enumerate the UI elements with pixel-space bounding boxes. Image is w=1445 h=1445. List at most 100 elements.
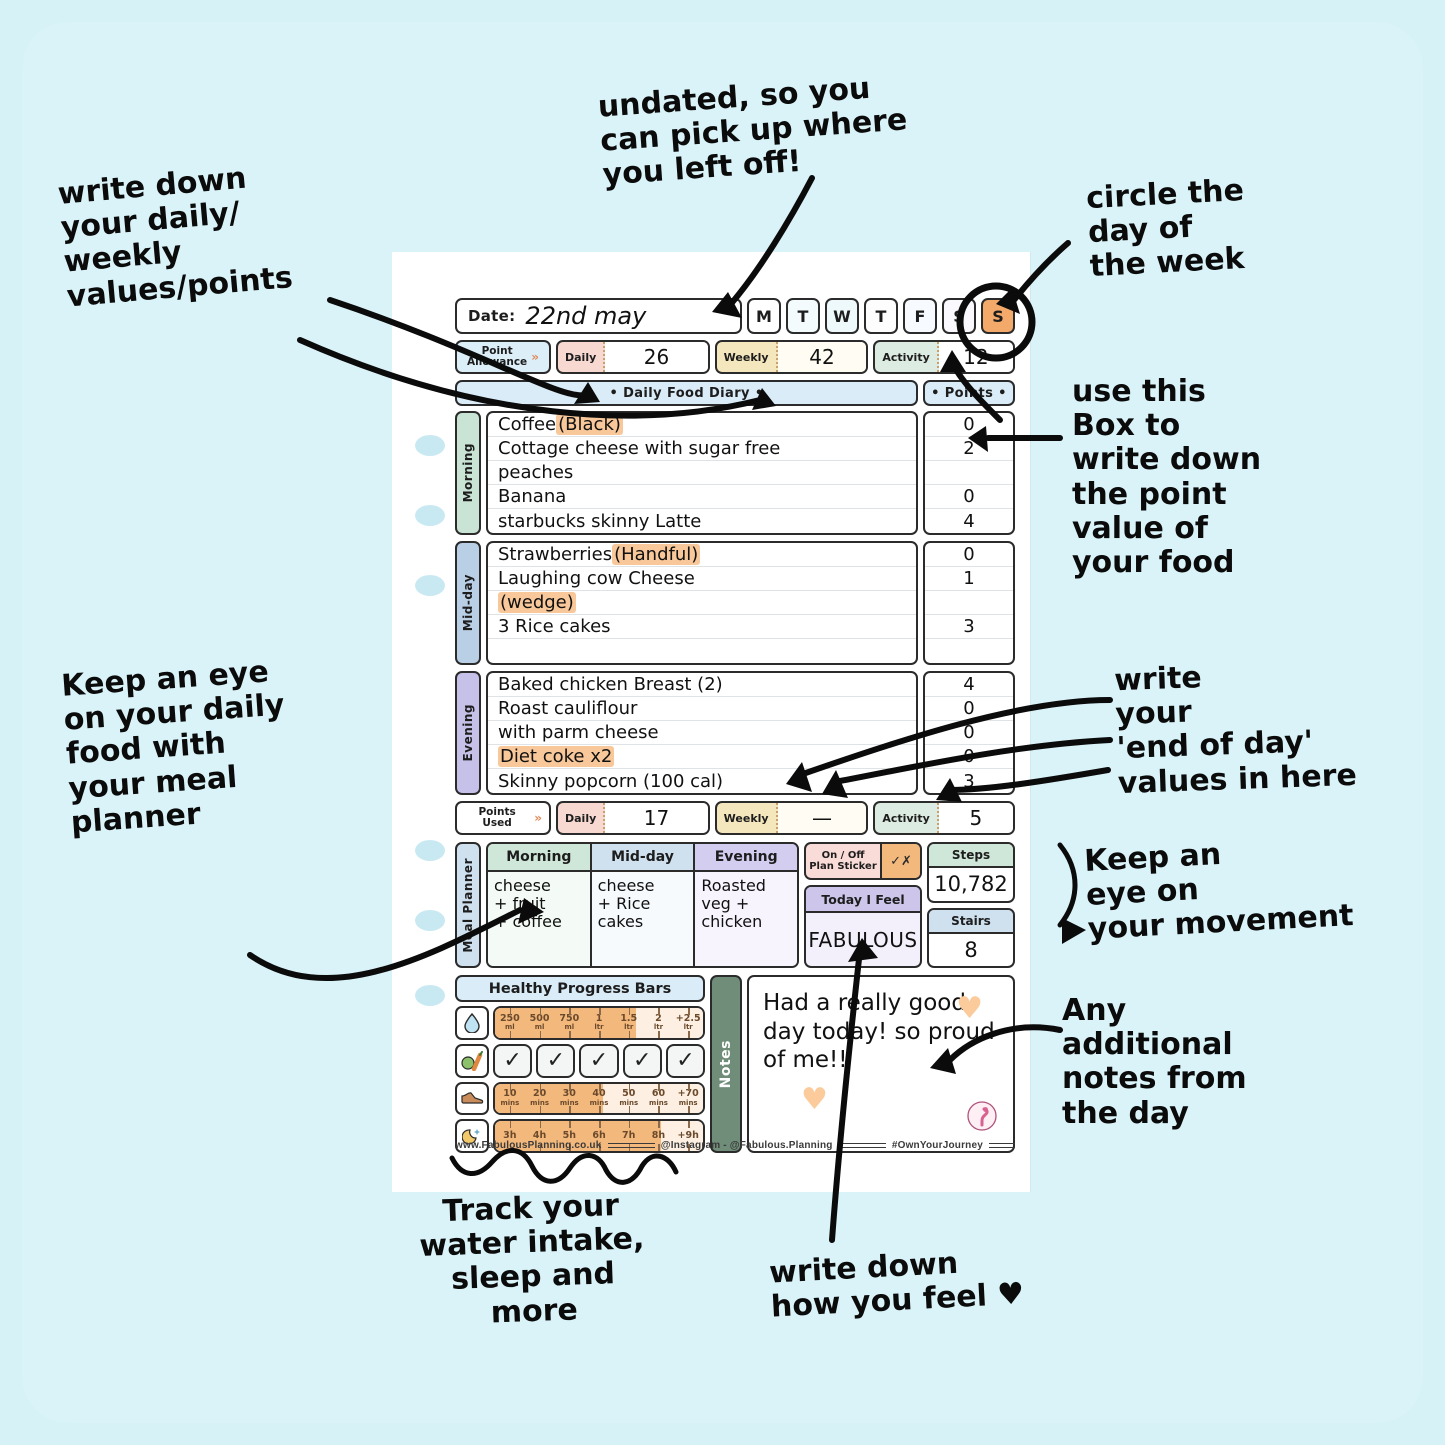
day-button-fri[interactable]: F: [903, 298, 937, 334]
day-button-wed[interactable]: W: [825, 298, 859, 334]
points-cell[interactable]: [925, 591, 1013, 615]
points-cell[interactable]: 0: [925, 745, 1013, 769]
fruit-veg-checkbox[interactable]: ✓: [665, 1043, 706, 1078]
food-highlight: (Black): [556, 414, 623, 435]
food-line[interactable]: Diet coke x2: [488, 745, 916, 769]
midday-points[interactable]: 0 1 3: [923, 541, 1015, 665]
water-drop-icon: [455, 1006, 489, 1040]
date-label: Date:: [468, 307, 516, 325]
food-line[interactable]: with parm cheese: [488, 721, 916, 745]
annotation-circle-day: circle the day of the week: [1085, 172, 1246, 285]
meal-planner-body-midday[interactable]: cheese + Rice cakes: [591, 872, 694, 966]
point-allowance-row: Point Allowance » Daily 26 Weekly 42 Act…: [455, 340, 1015, 374]
points-cell[interactable]: [925, 461, 1013, 485]
allowance-weekly[interactable]: Weekly 42: [714, 340, 869, 374]
annotation-write-end-of-day: write your 'end of day' values in here: [1113, 660, 1358, 801]
exercise-progress-bar[interactable]: 10 mins 20 mins 30 mins 40 mins 50 mins 60 mins +70 m…: [493, 1081, 705, 1116]
food-line[interactable]: 3 Rice cakes: [488, 615, 916, 639]
points-used-label: Points Used »: [455, 801, 551, 835]
allowance-activity-label: Activity: [875, 342, 939, 372]
food-text: with parm cheese: [498, 722, 659, 743]
flamingo-logo-icon: [967, 1101, 997, 1135]
morning-points[interactable]: 0 2 0 4: [923, 411, 1015, 535]
steps-metric[interactable]: Steps 10,782: [927, 842, 1015, 903]
day-button-sun-selected[interactable]: S: [981, 298, 1015, 334]
binder-hole: [415, 840, 445, 861]
food-line[interactable]: starbucks skinny Latte: [488, 509, 916, 533]
points-cell[interactable]: 0: [925, 413, 1013, 437]
annotation-write-values: write down your daily/ weekly values/poi…: [56, 160, 295, 315]
food-line[interactable]: (wedge): [488, 591, 916, 615]
progress-tick: 60 mins: [644, 1083, 674, 1114]
evening-points[interactable]: 4 0 0 0 3: [923, 671, 1015, 795]
day-button-tue[interactable]: T: [786, 298, 820, 334]
food-line[interactable]: Banana: [488, 485, 916, 509]
meal-planner-column-morning: Morning cheese + fruit + coffee: [488, 844, 592, 966]
fruit-veg-checkbox[interactable]: ✓: [493, 1043, 533, 1078]
food-text: peaches: [498, 462, 574, 483]
morning-food-lines[interactable]: Coffee (Black) Cottage cheese with sugar…: [486, 411, 918, 535]
points-cell[interactable]: [925, 639, 1013, 663]
allowance-activity-value: 12: [938, 342, 1013, 372]
used-daily[interactable]: Daily 17: [556, 801, 710, 835]
points-cell[interactable]: 3: [925, 615, 1013, 639]
healthy-progress-bars: Healthy Progress Bars 250 ml 500 ml 750 ml 1 lt…: [455, 975, 706, 1153]
day-button-mon[interactable]: M: [747, 298, 781, 334]
evening-food-lines[interactable]: Baked chicken Breast (2) Roast cauliflou…: [486, 671, 918, 795]
fruit-veg-checkbox[interactable]: ✓: [579, 1043, 619, 1078]
allowance-activity[interactable]: Activity 12: [873, 340, 1015, 374]
food-line[interactable]: Coffee (Black): [488, 413, 916, 437]
on-off-plan-sticker[interactable]: On / Off Plan Sticker ✓✗: [804, 842, 922, 880]
progress-tick: 50 mins: [614, 1083, 644, 1114]
today-i-feel-label: Today I Feel: [806, 887, 920, 913]
progress-tick: 2 ltr: [644, 1008, 674, 1038]
binder-hole: [415, 910, 445, 931]
today-i-feel-box[interactable]: Today I Feel FABULOUS: [804, 885, 922, 968]
points-cell[interactable]: 0: [925, 485, 1013, 509]
midday-food-lines[interactable]: Strawberries (Handful) Laughing cow Chee…: [486, 541, 918, 665]
points-cell[interactable]: 4: [925, 509, 1013, 533]
food-line[interactable]: Strawberries (Handful): [488, 543, 916, 567]
food-line[interactable]: Roast cauliflour: [488, 697, 916, 721]
date-field[interactable]: Date: 22nd may: [455, 298, 742, 334]
points-cell[interactable]: 3: [925, 769, 1013, 793]
used-weekly-value: —: [777, 803, 867, 833]
meal-planner-body-morning[interactable]: cheese + fruit + coffee: [488, 872, 590, 966]
day-button-thu[interactable]: T: [864, 298, 898, 334]
date-value: 22nd may: [525, 302, 647, 330]
meal-planner-tab: Meal Planner: [455, 842, 481, 968]
points-cell[interactable]: 0: [925, 721, 1013, 745]
fruit-veg-checkboxes[interactable]: ✓ ✓ ✓ ✓ ✓: [493, 1043, 706, 1078]
points-cell[interactable]: 1: [925, 567, 1013, 591]
food-line[interactable]: Skinny popcorn (100 cal): [488, 769, 916, 793]
points-cell[interactable]: 0: [925, 697, 1013, 721]
food-line[interactable]: Cottage cheese with sugar free: [488, 437, 916, 461]
planner-footer: www.FabulousPlanning.co.uk @Instagram - …: [455, 1136, 1016, 1154]
used-weekly[interactable]: Weekly —: [714, 801, 869, 835]
meal-planner-body-evening[interactable]: Roasted veg + chicken: [695, 872, 797, 966]
water-progress-bar[interactable]: 250 ml 500 ml 750 ml 1 ltr 1.5 ltr 2 ltr +2.5 ltr: [493, 1006, 705, 1040]
used-weekly-label: Weekly: [717, 803, 778, 833]
used-activity[interactable]: Activity 5: [873, 801, 1015, 835]
meal-planner-header-morning: Morning: [488, 844, 590, 872]
food-line[interactable]: Laughing cow Cheese: [488, 567, 916, 591]
meal-tab-evening-label: Evening: [461, 704, 475, 762]
fruitveg-row: ✓ ✓ ✓ ✓ ✓: [455, 1043, 706, 1078]
points-cell[interactable]: 0: [925, 543, 1013, 567]
points-column-title: • Points •: [923, 380, 1015, 406]
fruit-veg-checkbox[interactable]: ✓: [622, 1043, 662, 1078]
fruit-veg-checkbox[interactable]: ✓: [536, 1043, 576, 1078]
day-button-sat[interactable]: S: [942, 298, 976, 334]
food-line[interactable]: peaches: [488, 461, 916, 485]
notes-box[interactable]: Had a really good day today! so proud of…: [747, 975, 1015, 1153]
steps-label: Steps: [929, 844, 1013, 868]
points-cell[interactable]: 4: [925, 673, 1013, 697]
used-daily-value: 17: [605, 803, 708, 833]
points-cell[interactable]: 2: [925, 437, 1013, 461]
binder-hole: [415, 575, 445, 596]
allowance-daily[interactable]: Daily 26: [556, 340, 710, 374]
food-line[interactable]: Baked chicken Breast (2): [488, 673, 916, 697]
check-cross-icon[interactable]: ✓✗: [880, 844, 920, 878]
stairs-metric[interactable]: Stairs 8: [927, 907, 1015, 968]
food-line[interactable]: [488, 639, 916, 663]
